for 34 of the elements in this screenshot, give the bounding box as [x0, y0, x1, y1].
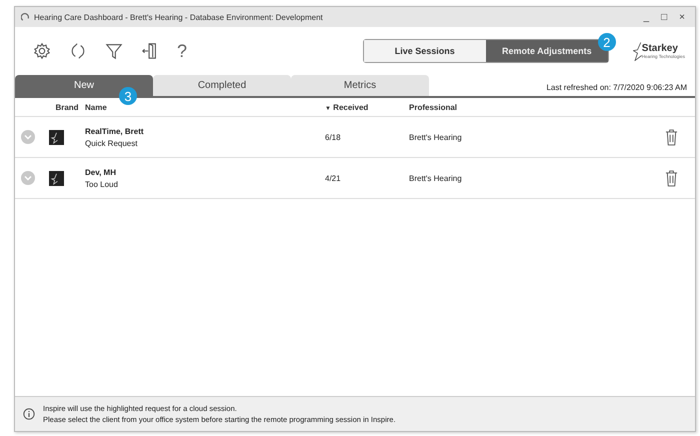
- close-button[interactable]: ×: [675, 12, 689, 22]
- logo-name: Starkey: [642, 43, 679, 54]
- delete-icon[interactable]: [665, 170, 678, 186]
- last-refreshed-text: Last refreshed on: 7/7/2020 9:06:23 AM: [546, 83, 687, 94]
- brand-logo-icon: [49, 130, 64, 144]
- mode-toggle[interactable]: Live Sessions: [364, 40, 486, 62]
- settings-icon[interactable]: [33, 42, 51, 60]
- tab[interactable]: Completed: [153, 75, 291, 96]
- column-header: Brand: [55, 102, 79, 112]
- professional-name: Brett's Hearing: [409, 132, 463, 142]
- exit-icon[interactable]: [141, 42, 159, 60]
- filter-icon[interactable]: [105, 42, 123, 60]
- column-header: Professional: [409, 102, 458, 112]
- refresh-icon[interactable]: [69, 42, 87, 60]
- help-button[interactable]: ?: [177, 40, 188, 62]
- maximize-button[interactable]: □: [657, 12, 672, 22]
- window-title: Hearing Care Dashboard - Brett's Hearing - Database Environment: Development: [34, 12, 323, 22]
- request-type: Quick Request: [85, 138, 138, 148]
- callout-badge: 2: [598, 33, 616, 51]
- minimize-button[interactable]: _: [640, 12, 654, 22]
- request-type: Too Loud: [85, 180, 119, 188]
- received-date: 6/18: [325, 132, 342, 142]
- tab[interactable]: Metrics: [291, 75, 429, 96]
- app-icon: [21, 12, 30, 22]
- delete-icon[interactable]: [665, 128, 678, 146]
- callout-badge: 3: [119, 87, 137, 105]
- info-icon: [23, 408, 35, 420]
- received-date: 4/21: [325, 174, 342, 182]
- client-name: RealTime, Brett: [85, 126, 145, 136]
- star-logo-icon: [632, 42, 642, 60]
- brand-logo-icon: [49, 170, 64, 186]
- professional-name: Brett's Hearing: [409, 174, 463, 182]
- client-name: Dev, MH: [85, 168, 117, 176]
- column-header: Name: [85, 102, 107, 112]
